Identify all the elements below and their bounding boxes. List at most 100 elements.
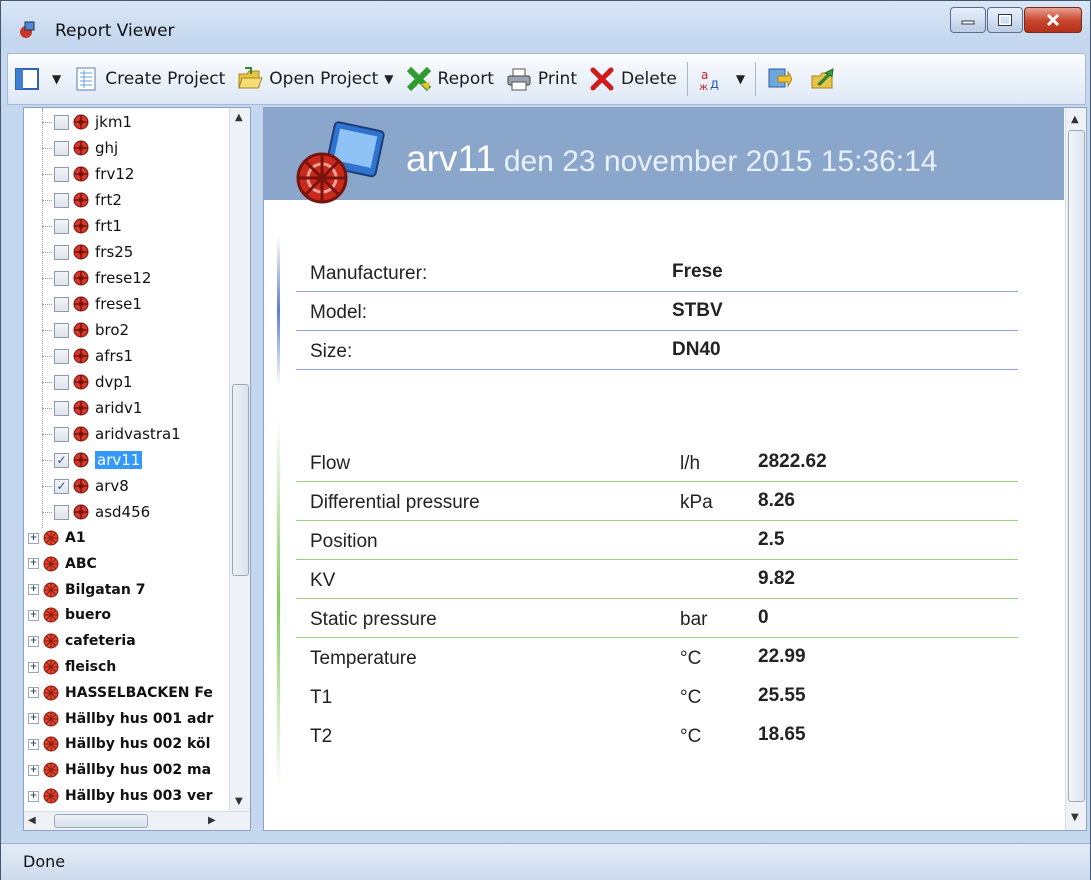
report-scroll-thumb[interactable] (1068, 130, 1085, 802)
tree-item[interactable]: frv12 (42, 162, 134, 186)
expand-icon[interactable]: + (28, 661, 39, 673)
measurement-label: Position (310, 531, 378, 552)
scroll-down-icon[interactable]: ▼ (1071, 812, 1079, 823)
toolbar-separator (755, 62, 757, 96)
layout-menu-button[interactable]: ▼ (8, 59, 67, 99)
scroll-up-icon[interactable]: ▲ (1071, 114, 1079, 125)
tree-item[interactable]: jkm1 (42, 110, 132, 134)
tree-item-checkbox[interactable] (54, 270, 69, 286)
print-button[interactable]: Print (500, 59, 583, 99)
minimize-button[interactable] (950, 7, 986, 33)
project-tree[interactable]: jkm1 ghj frv12 frt2 frt1 frs25 frese12 frese1 br… (23, 107, 251, 831)
report-vertical-scrollbar[interactable]: ▲ ▼ (1065, 108, 1086, 830)
tree-group[interactable]: + ABC (28, 552, 97, 576)
delete-button[interactable]: Delete (583, 59, 683, 99)
scroll-left-icon[interactable]: ◀ (28, 815, 36, 826)
tree-item[interactable]: asd456 (42, 500, 150, 524)
tree-group[interactable]: + A1 (28, 526, 86, 550)
tree-horizontal-scrollbar[interactable]: ◀ ▶ (24, 811, 250, 830)
tree-item-checkbox[interactable] (54, 400, 69, 416)
tree-item[interactable]: frt1 (42, 214, 122, 238)
tree-item-checkbox[interactable] (54, 426, 69, 442)
tree-item-checkbox[interactable] (54, 218, 69, 234)
tree-item-checkbox[interactable]: ✓ (54, 478, 69, 494)
tree-item-checkbox[interactable] (54, 348, 69, 364)
expand-icon[interactable]: + (28, 609, 39, 621)
tree-item-checkbox[interactable] (54, 166, 69, 182)
window-title: Report Viewer (55, 21, 175, 41)
measurement-value: 8.26 (758, 490, 795, 511)
expand-icon[interactable]: + (28, 790, 39, 802)
title-bar[interactable]: Report Viewer (1, 1, 1090, 49)
tree-item-checkbox[interactable] (54, 114, 69, 130)
status-text: Done (23, 852, 66, 871)
tree-item-label: dvp1 (95, 373, 133, 391)
tree-item-checkbox[interactable] (54, 244, 69, 260)
tree-item[interactable]: ✓ arv11 (42, 448, 144, 472)
language-menu-button[interactable]: aдж ▼ (692, 59, 751, 99)
expand-icon[interactable]: + (28, 584, 39, 596)
tree-item-checkbox[interactable]: ✓ (54, 452, 69, 468)
close-icon (1046, 13, 1060, 27)
tree-connector (42, 199, 52, 201)
report-button[interactable]: Report (400, 59, 500, 99)
expand-icon[interactable]: + (28, 635, 39, 647)
measurement-row: T1 °C 25.55 (296, 677, 1018, 715)
tree-item[interactable]: bro2 (42, 318, 129, 342)
tree-item[interactable]: ghj (42, 136, 118, 160)
export-button[interactable] (804, 59, 848, 99)
tree-item[interactable]: frs25 (42, 240, 133, 264)
tree-item[interactable]: frt2 (42, 188, 122, 212)
tree-connector (42, 277, 52, 279)
expand-icon[interactable]: + (28, 764, 39, 776)
tree-scroll-thumb[interactable] (232, 384, 249, 576)
maximize-button[interactable] (987, 7, 1023, 33)
tree-group[interactable]: + HASSELBACKEN Fe (28, 681, 213, 705)
tree-vertical-scrollbar[interactable]: ▲ ▼ (229, 108, 250, 812)
tree-group[interactable]: + Hällby hus 001 adr (28, 707, 213, 731)
valve-icon (73, 192, 89, 208)
tree-connector (42, 381, 52, 383)
tree-item-checkbox[interactable] (54, 296, 69, 312)
tree-group[interactable]: + Hällby hus 002 ma (28, 758, 211, 782)
valve-icon (73, 244, 89, 260)
tree-item[interactable]: aridv1 (42, 396, 142, 420)
tree-group[interactable]: + Hällby hus 003 ver (28, 784, 213, 808)
tree-item[interactable]: afrs1 (42, 344, 133, 368)
valve-icon (73, 478, 89, 494)
scroll-right-icon[interactable]: ▶ (208, 815, 216, 826)
import-button[interactable] (760, 59, 804, 99)
tree-group[interactable]: + Hällby hus 002 köl (28, 732, 210, 756)
measurement-label: T2 (310, 726, 333, 747)
expand-icon[interactable]: + (28, 738, 39, 750)
tree-item-checkbox[interactable] (54, 140, 69, 156)
tree-group[interactable]: + buero (28, 603, 111, 627)
tree-item[interactable]: frese1 (42, 292, 142, 316)
tree-item-checkbox[interactable] (54, 504, 69, 520)
valve-icon (73, 114, 89, 130)
tree-group[interactable]: + Bilgatan 7 (28, 578, 145, 602)
close-button[interactable] (1024, 7, 1082, 33)
tree-item[interactable]: aridvastra1 (42, 422, 181, 446)
scroll-down-icon[interactable]: ▼ (235, 796, 243, 807)
tree-item-checkbox[interactable] (54, 374, 69, 390)
tree-item[interactable]: ✓ arv8 (42, 474, 129, 498)
create-project-button[interactable]: Create Project (67, 59, 231, 99)
tree-item-checkbox[interactable] (54, 322, 69, 338)
tree-connector (42, 407, 52, 409)
open-project-button[interactable]: Open Project ▼ (231, 59, 399, 99)
tree-hscroll-thumb[interactable] (54, 814, 148, 828)
tree-item[interactable]: dvp1 (42, 370, 132, 394)
expand-icon[interactable]: + (28, 532, 39, 544)
measurement-value: 2822.62 (758, 451, 827, 472)
expand-icon[interactable]: + (28, 713, 39, 725)
expand-icon[interactable]: + (28, 687, 39, 699)
tree-item-checkbox[interactable] (54, 192, 69, 208)
valve-icon (73, 270, 89, 286)
expand-icon[interactable]: + (28, 558, 39, 570)
tree-group[interactable]: + cafeteria (28, 629, 136, 653)
tree-group[interactable]: + fleisch (28, 655, 116, 679)
tree-item[interactable]: frese12 (42, 266, 151, 290)
scroll-up-icon[interactable]: ▲ (235, 112, 243, 123)
valve-group-icon (43, 762, 59, 778)
